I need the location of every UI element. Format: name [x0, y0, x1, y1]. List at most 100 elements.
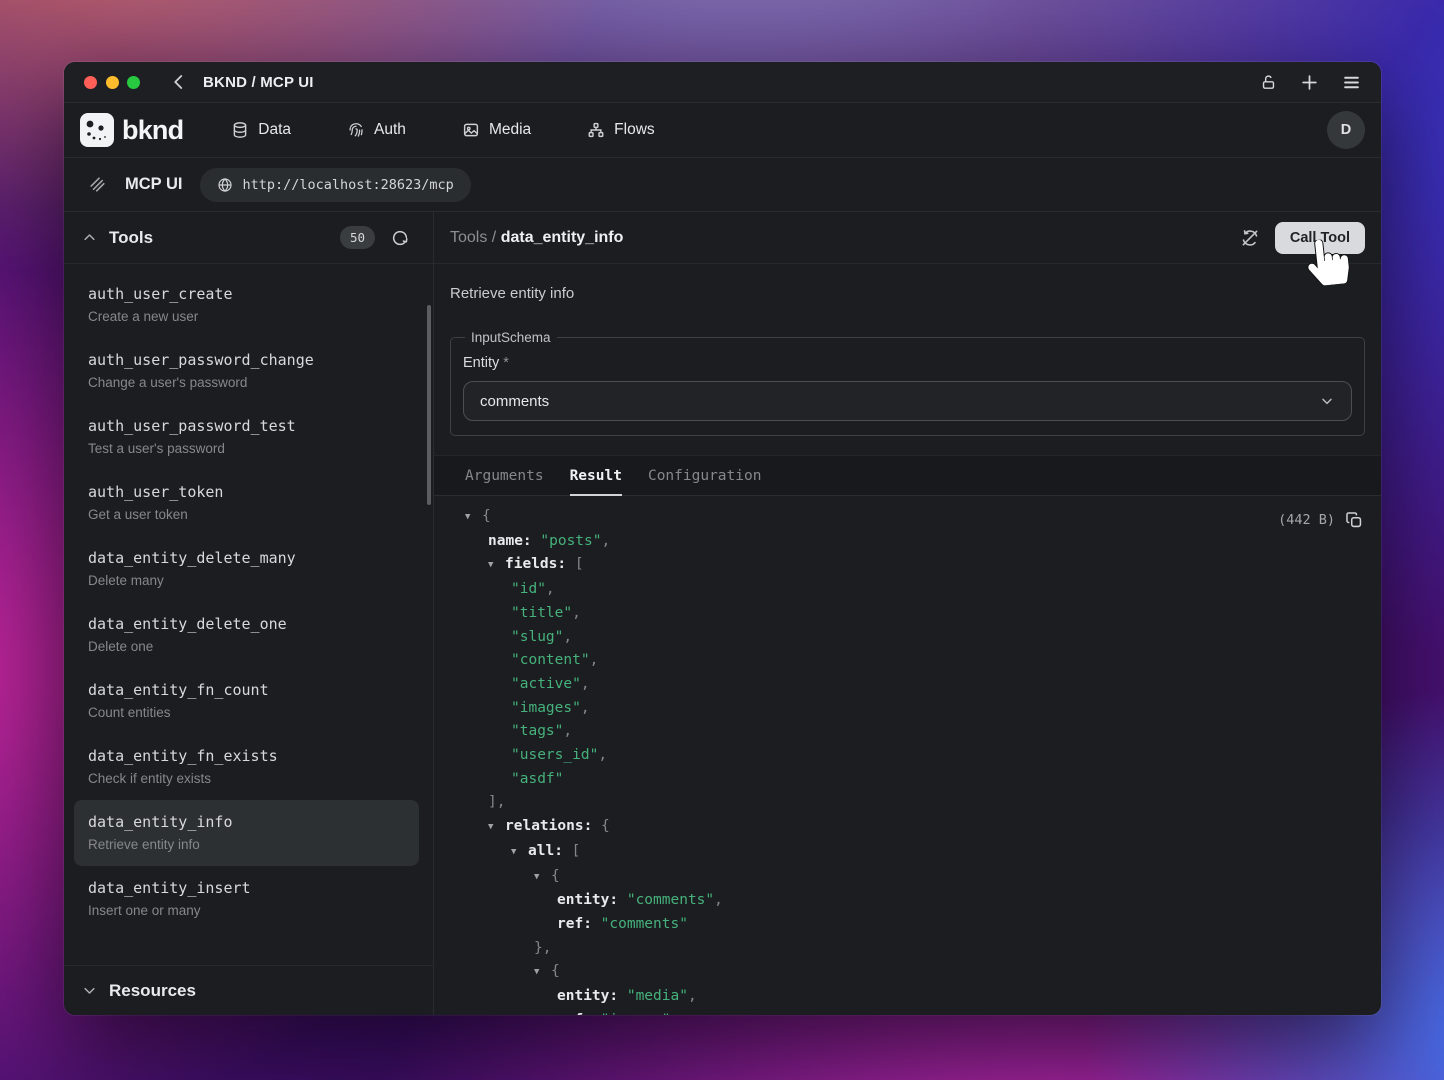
refresh-icon[interactable] [391, 229, 409, 247]
tool-description: Delete one [88, 637, 405, 657]
input-schema-legend: InputSchema [465, 330, 557, 345]
tool-list-item[interactable]: data_entity_delete_many Delete many [74, 536, 419, 602]
json-line: }, [465, 937, 1365, 961]
entity-field-label: Entity* [463, 355, 1352, 371]
expand-triangle-icon[interactable]: ▼ [465, 506, 482, 530]
expand-triangle-icon[interactable]: ▼ [534, 961, 551, 985]
breadcrumb-current: data_entity_info [501, 229, 624, 246]
chevron-up-icon [82, 230, 97, 245]
copy-icon[interactable] [1345, 511, 1364, 530]
desktop-background: BKND / MCP UI [0, 0, 1444, 1080]
json-lines: ▼{name: "posts",▼fields: ["id","title","… [465, 505, 1365, 1015]
json-viewer: ▼{name: "posts",▼fields: ["id","title","… [434, 496, 1381, 1015]
breadcrumb: Tools / data_entity_info [450, 229, 623, 247]
user-avatar[interactable]: D [1327, 111, 1365, 149]
json-line: "asdf" [465, 768, 1365, 792]
chevron-down-icon [82, 983, 97, 998]
tool-list-item[interactable]: auth_user_password_test Test a user's pa… [74, 404, 419, 470]
app-window: BKND / MCP UI [64, 62, 1381, 1015]
tool-list-item[interactable]: auth_user_create Create a new user [74, 272, 419, 338]
json-line: entity: "comments", [465, 889, 1365, 913]
tool-list-item[interactable]: data_entity_delete_one Delete one [74, 602, 419, 668]
result-size-label: (442 B) [1278, 509, 1335, 533]
call-tool-button[interactable]: Call Tool [1275, 222, 1365, 254]
tab-result[interactable]: Result [570, 456, 622, 495]
json-line: ref: "images" [465, 1009, 1365, 1015]
tool-name: data_entity_delete_many [88, 547, 405, 569]
title-bar: BKND / MCP UI [64, 62, 1381, 103]
tool-detail-description: Retrieve entity info [434, 264, 1381, 304]
json-line: "content", [465, 649, 1365, 673]
chevron-down-icon [1319, 393, 1335, 409]
tool-name: auth_user_create [88, 283, 405, 305]
tool-list: auth_user_create Create a new user auth_… [64, 264, 433, 965]
tool-list-item[interactable]: data_entity_insert Insert one or many [74, 866, 419, 932]
tool-name: auth_user_token [88, 481, 405, 503]
tool-detail-content: Retrieve entity info InputSchema Entity*… [434, 264, 1381, 1015]
json-line: "slug", [465, 626, 1365, 650]
image-icon [462, 121, 480, 139]
server-url: http://localhost:28623/mcp [242, 177, 453, 193]
workflow-icon [587, 121, 605, 139]
back-icon[interactable] [170, 73, 188, 91]
lock-open-icon[interactable] [1260, 74, 1277, 91]
mcp-icon [88, 175, 107, 194]
new-tab-icon[interactable] [1300, 73, 1319, 92]
json-line: "tags", [465, 720, 1365, 744]
tool-detail-panel: Tools / data_entity_info Call Tool Retri… [434, 212, 1381, 1015]
tool-list-item[interactable]: data_entity_fn_count Count entities [74, 668, 419, 734]
nav-item-media[interactable]: Media [462, 121, 531, 139]
menu-icon[interactable] [1342, 73, 1361, 92]
json-line: ▼relations: { [465, 815, 1365, 840]
tool-name: data_entity_delete_one [88, 613, 405, 635]
tool-name: data_entity_fn_count [88, 679, 405, 701]
window-title: BKND / MCP UI [203, 74, 314, 91]
tool-description: Get a user token [88, 505, 405, 525]
input-schema-fieldset: InputSchema Entity* comments [450, 330, 1365, 436]
resources-section-header[interactable]: Resources [64, 965, 433, 1015]
auto-refresh-off-icon[interactable] [1240, 228, 1260, 248]
app-nav-bar: bknd Data Auth Media Flows [64, 103, 1381, 158]
json-line: ▼{ [465, 865, 1365, 890]
close-button[interactable] [84, 76, 97, 89]
json-line: ▼all: [ [465, 840, 1365, 865]
expand-triangle-icon[interactable]: ▼ [488, 554, 505, 578]
bknd-logo-icon [80, 113, 114, 147]
json-line: ref: "comments" [465, 913, 1365, 937]
expand-triangle-icon[interactable]: ▼ [534, 866, 551, 890]
entity-select[interactable]: comments [463, 381, 1352, 421]
json-line: ], [465, 791, 1365, 815]
tools-section-header[interactable]: Tools 50 [64, 212, 433, 264]
tool-list-item[interactable]: auth_user_password_change Change a user'… [74, 338, 419, 404]
json-line: ▼{ [465, 505, 1365, 530]
tool-detail-header: Tools / data_entity_info Call Tool [434, 212, 1381, 264]
nav-item-data[interactable]: Data [231, 121, 291, 139]
nav-item-flows[interactable]: Flows [587, 121, 654, 139]
sidebar-scrollbar[interactable] [427, 305, 431, 505]
breadcrumb-root[interactable]: Tools [450, 229, 487, 246]
maximize-button[interactable] [127, 76, 140, 89]
nav-item-auth[interactable]: Auth [347, 121, 406, 139]
tool-description: Count entities [88, 703, 405, 723]
server-url-pill[interactable]: http://localhost:28623/mcp [200, 168, 470, 202]
json-line: "images", [465, 697, 1365, 721]
fingerprint-icon [347, 121, 365, 139]
brand-logo[interactable]: bknd [80, 113, 183, 147]
tools-sidebar: Tools 50 auth_user_create Create a new u… [64, 212, 434, 1015]
tool-list-item[interactable]: data_entity_fn_exists Check if entity ex… [74, 734, 419, 800]
minimize-button[interactable] [106, 76, 119, 89]
tab-arguments[interactable]: Arguments [465, 456, 544, 495]
tool-description: Check if entity exists [88, 769, 405, 789]
tab-configuration[interactable]: Configuration [648, 456, 762, 495]
tool-list-item[interactable]: data_entity_info Retrieve entity info [74, 800, 419, 866]
json-line: entity: "media", [465, 985, 1365, 1009]
tool-name: data_entity_info [88, 811, 405, 833]
tool-name: auth_user_password_test [88, 415, 405, 437]
tool-list-item[interactable]: auth_user_token Get a user token [74, 470, 419, 536]
expand-triangle-icon[interactable]: ▼ [488, 816, 505, 840]
brand-name: bknd [122, 115, 183, 146]
expand-triangle-icon[interactable]: ▼ [511, 841, 528, 865]
json-line: "id", [465, 578, 1365, 602]
nav-items: Data Auth Media Flows [231, 121, 654, 139]
page-title: MCP UI [125, 175, 182, 194]
